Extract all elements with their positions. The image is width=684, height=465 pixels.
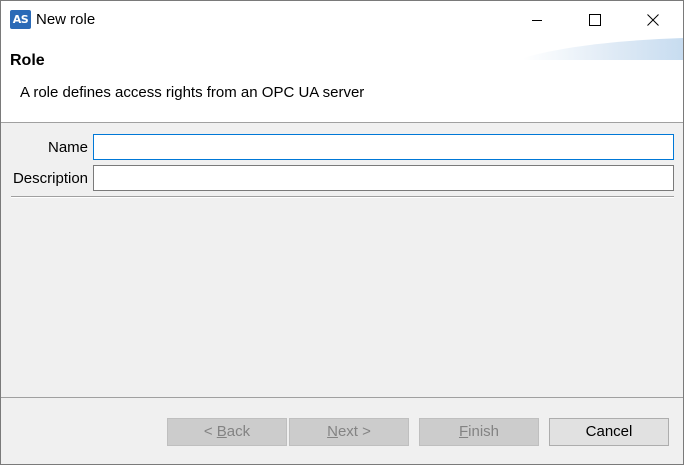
description-label: Description bbox=[12, 170, 88, 187]
finish-button[interactable]: Finish bbox=[419, 418, 539, 446]
next-button[interactable]: Next > bbox=[289, 418, 409, 446]
minimize-button[interactable] bbox=[508, 1, 566, 38]
maximize-icon bbox=[589, 13, 601, 26]
footer-divider bbox=[1, 397, 683, 398]
name-label: Name bbox=[47, 139, 88, 156]
title-bar[interactable]: AS New role bbox=[1, 1, 683, 38]
next-button-label: ext > bbox=[337, 423, 371, 440]
page-description: A role defines access rights from an OPC… bbox=[20, 84, 365, 101]
page-title: Role bbox=[10, 52, 45, 69]
header-divider bbox=[1, 122, 683, 123]
back-button-mnemonic: B bbox=[216, 423, 227, 440]
back-button-label: ack bbox=[226, 423, 251, 440]
back-button[interactable]: < Back bbox=[167, 418, 287, 446]
minimize-icon bbox=[532, 19, 542, 21]
name-field[interactable] bbox=[93, 134, 674, 160]
close-button[interactable] bbox=[624, 1, 682, 38]
app-icon: AS bbox=[10, 10, 31, 29]
new-role-dialog: AS New role Role A role defines access r… bbox=[0, 0, 684, 465]
finish-button-mnemonic: F bbox=[458, 423, 469, 440]
description-field[interactable] bbox=[93, 165, 674, 191]
maximize-button[interactable] bbox=[566, 1, 624, 38]
finish-button-label: inish bbox=[468, 423, 500, 440]
next-button-mnemonic: N bbox=[327, 423, 338, 440]
back-button-prefix: < bbox=[203, 423, 217, 440]
banner-decoration-graphic bbox=[523, 38, 683, 60]
window-title: New role bbox=[36, 11, 96, 28]
cancel-button[interactable]: Cancel bbox=[549, 418, 669, 446]
close-icon bbox=[647, 13, 659, 26]
wizard-header: Role A role defines access rights from a… bbox=[1, 38, 683, 122]
form-divider-highlight bbox=[11, 197, 674, 198]
